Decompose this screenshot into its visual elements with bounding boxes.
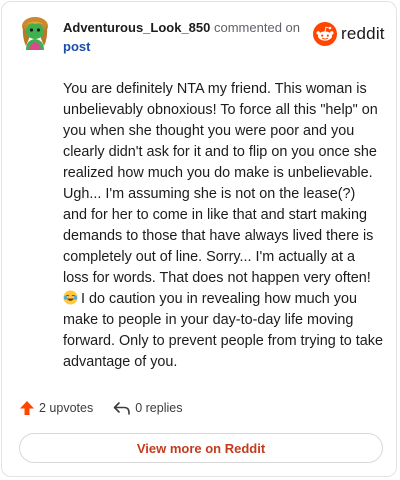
upvote-arrow-icon [20, 401, 34, 415]
snoo-avatar-icon [22, 17, 48, 50]
reddit-logo-icon [313, 22, 337, 46]
upvote-label: 2 upvotes [39, 401, 94, 415]
comment-body: You are definitely NTA my friend. This w… [63, 79, 383, 373]
comment-paragraph: I do caution you in revealing how much y… [63, 291, 383, 370]
comment-card: Adventurous_Look_850 commented on post r… [1, 1, 397, 477]
laughing-crying-emoji-icon [63, 290, 78, 305]
view-more-button[interactable]: View more on Reddit [19, 433, 383, 463]
reply-count[interactable]: 0 replies [93, 401, 182, 415]
comment-footer: 2 upvotes 0 replies [19, 400, 182, 416]
username[interactable]: Adventurous_Look_850 [63, 20, 210, 35]
reply-arrow-icon [113, 402, 131, 415]
comment-header: Adventurous_Look_850 commented on post [63, 18, 303, 56]
brand-wordmark: reddit [341, 24, 385, 43]
reddit-brand[interactable]: reddit [313, 21, 385, 47]
post-link[interactable]: post [63, 37, 90, 56]
comment-paragraph: You are definitely NTA my friend. This w… [63, 81, 378, 286]
action-text: commented on [214, 20, 300, 35]
upvote-count[interactable]: 2 upvotes [19, 400, 93, 416]
avatar[interactable] [20, 16, 50, 50]
reply-label: 0 replies [135, 401, 183, 415]
